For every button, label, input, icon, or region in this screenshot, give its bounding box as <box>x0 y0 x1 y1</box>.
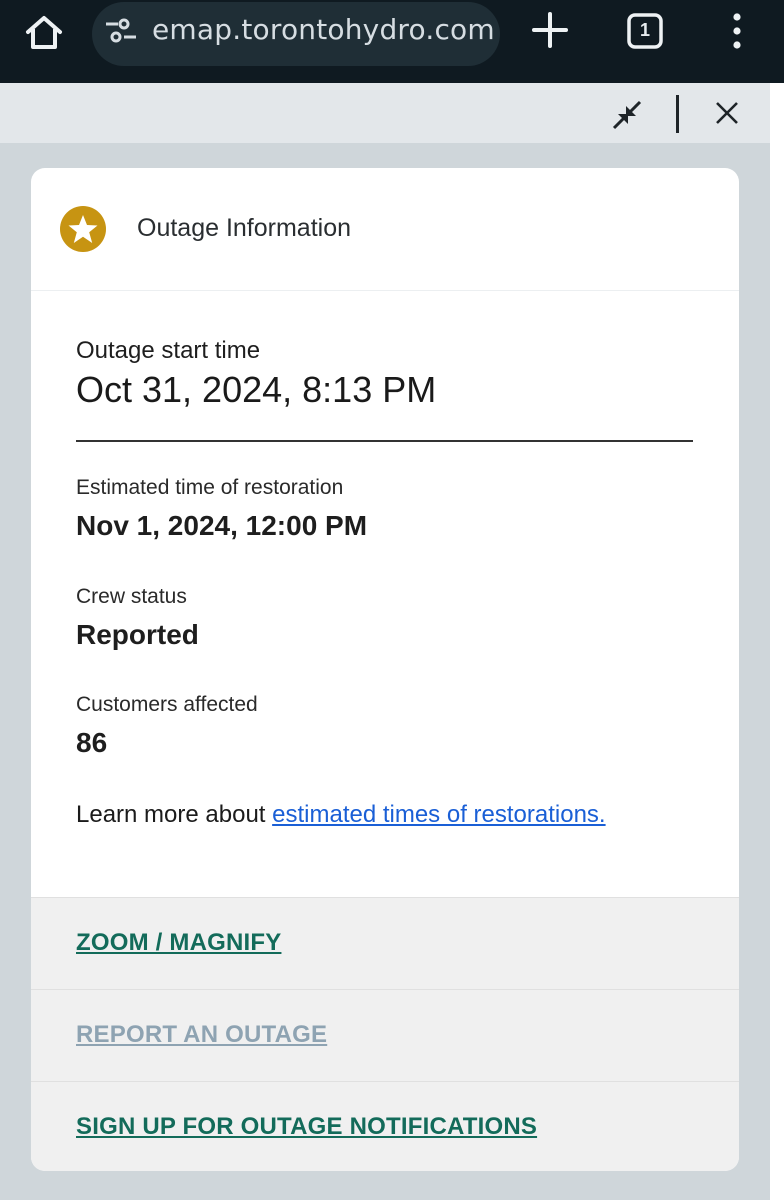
collapse-arrows-icon[interactable] <box>610 98 644 132</box>
action-row-signup: SIGN UP FOR OUTAGE NOTIFICATIONS <box>31 1081 739 1171</box>
header-divider <box>676 95 679 133</box>
signup-notifications-link[interactable]: SIGN UP FOR OUTAGE NOTIFICATIONS <box>76 1110 537 1144</box>
close-icon[interactable] <box>712 98 742 128</box>
customers-affected-label: Customers affected <box>76 693 258 716</box>
tab-count: 1 <box>639 20 650 40</box>
crew-status-value: Reported <box>76 619 199 650</box>
star-circle-icon <box>60 206 106 252</box>
learn-more-text: Learn more about estimated times of rest… <box>76 799 606 831</box>
card-title: Outage Information <box>137 214 352 242</box>
report-outage-link[interactable]: REPORT AN OUTAGE <box>76 1018 327 1052</box>
home-icon[interactable] <box>22 12 66 52</box>
start-time-value: Oct 31, 2024, 8:13 PM <box>76 369 437 410</box>
crew-status-label: Crew status <box>76 585 187 608</box>
action-row-report: REPORT AN OUTAGE <box>31 989 739 1081</box>
page-edge <box>770 83 784 1200</box>
action-row-zoom: ZOOM / MAGNIFY <box>31 897 739 989</box>
learn-more-prefix: Learn more about <box>76 801 273 828</box>
etr-label: Estimated time of restoration <box>76 476 344 499</box>
url-text[interactable]: emap.torontohydro.com <box>152 10 495 50</box>
tune-icon[interactable] <box>104 16 138 44</box>
divider <box>76 440 693 442</box>
etr-info-link[interactable]: estimated times of restorations. <box>272 801 605 828</box>
start-time-label: Outage start time <box>76 337 261 364</box>
plus-icon[interactable] <box>530 10 570 50</box>
etr-value: Nov 1, 2024, 12:00 PM <box>76 510 368 541</box>
customers-affected-value: 86 <box>76 727 108 758</box>
card-header: Outage Information <box>31 168 739 291</box>
vertical-dots-icon[interactable] <box>724 10 750 52</box>
panel-header <box>0 83 770 143</box>
zoom-magnify-link[interactable]: ZOOM / MAGNIFY <box>76 926 281 960</box>
outage-info-card: Outage Information Outage start time Oct… <box>31 168 739 1171</box>
